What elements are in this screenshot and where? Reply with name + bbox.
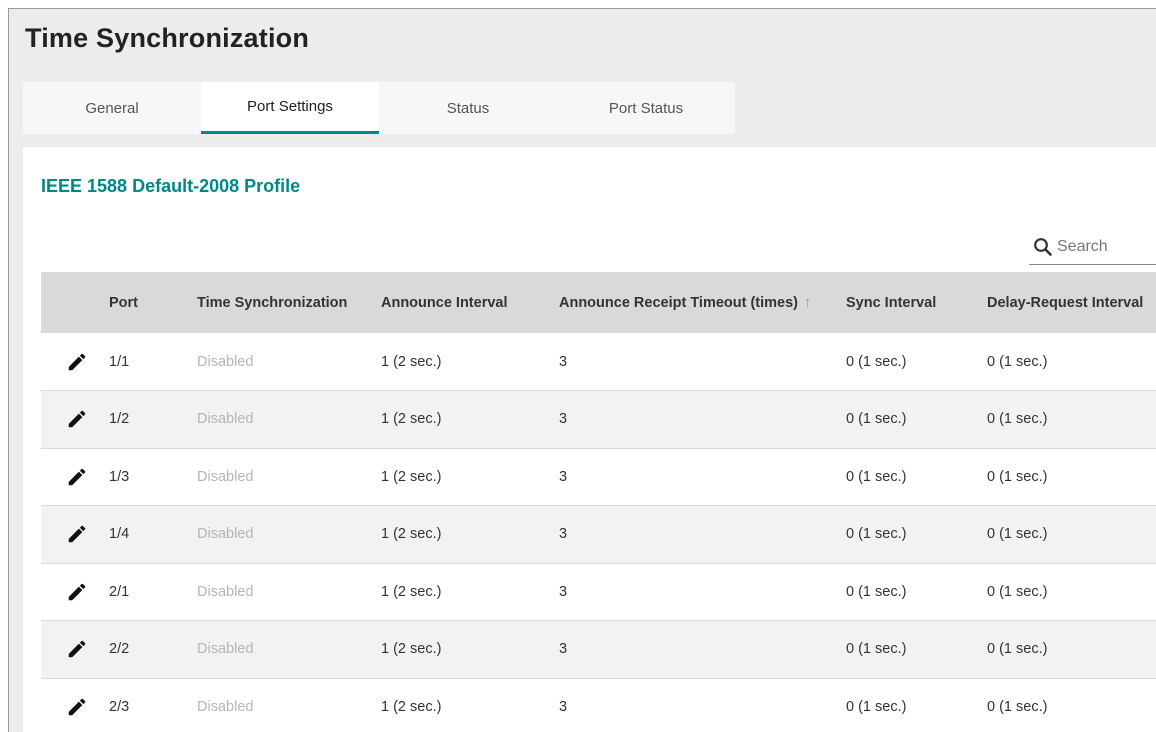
cell-port: 1/2 bbox=[109, 411, 130, 428]
cell-announce-receipt-timeout: 3 bbox=[559, 353, 568, 370]
cell-announce-interval: 1 (2 sec.) bbox=[381, 698, 442, 715]
cell-port: 2/1 bbox=[109, 583, 130, 600]
header-time-sync[interactable]: Time Synchronization bbox=[197, 272, 381, 333]
cell-sync-interval: 0 (1 sec.) bbox=[846, 411, 907, 428]
cell-announce-interval: 1 (2 sec.) bbox=[381, 353, 442, 370]
app-frame: Time Synchronization General Port Settin… bbox=[8, 8, 1156, 732]
cell-delay-request-interval: 0 (1 sec.) bbox=[987, 468, 1048, 485]
cell-time-sync: Disabled bbox=[197, 583, 254, 600]
cell-delay-request-interval: 0 (1 sec.) bbox=[987, 353, 1048, 370]
pencil-edit-icon[interactable] bbox=[66, 696, 88, 718]
tab-bar: General Port Settings Status Port Status bbox=[23, 82, 1156, 134]
cell-time-sync: Disabled bbox=[197, 411, 254, 428]
pencil-edit-icon[interactable] bbox=[66, 351, 88, 373]
cell-delay-request-interval: 0 (1 sec.) bbox=[987, 698, 1048, 715]
table-row: 1/4 Disabled 1 (2 sec.) 3 0 (1 sec.) 0 (… bbox=[41, 505, 1156, 563]
header-delay-request-interval[interactable]: Delay-Request Interval bbox=[987, 272, 1156, 333]
search-box bbox=[1029, 229, 1156, 265]
tab-status[interactable]: Status bbox=[379, 82, 557, 134]
header-edit bbox=[41, 272, 109, 333]
search-input[interactable] bbox=[1057, 237, 1147, 256]
cell-sync-interval: 0 (1 sec.) bbox=[846, 353, 907, 370]
header-announce-interval[interactable]: Announce Interval bbox=[381, 272, 559, 333]
cell-time-sync: Disabled bbox=[197, 698, 254, 715]
port-settings-table: Port Time Synchronization Announce Inter… bbox=[41, 272, 1156, 732]
cell-announce-receipt-timeout: 3 bbox=[559, 698, 568, 715]
table-row: 1/1 Disabled 1 (2 sec.) 3 0 (1 sec.) 0 (… bbox=[41, 333, 1156, 391]
cell-delay-request-interval: 0 (1 sec.) bbox=[987, 411, 1048, 428]
cell-announce-receipt-timeout: 3 bbox=[559, 641, 568, 658]
cell-time-sync: Disabled bbox=[197, 526, 254, 543]
header-sync-interval[interactable]: Sync Interval bbox=[846, 272, 987, 333]
table-row: 2/2 Disabled 1 (2 sec.) 3 0 (1 sec.) 0 (… bbox=[41, 620, 1156, 678]
cell-port: 2/2 bbox=[109, 641, 130, 658]
cell-announce-interval: 1 (2 sec.) bbox=[381, 468, 442, 485]
sort-arrow-up-icon[interactable]: ↑ bbox=[804, 295, 811, 311]
cell-port: 1/3 bbox=[109, 468, 130, 485]
pencil-edit-icon[interactable] bbox=[66, 581, 88, 603]
table-row: 2/1 Disabled 1 (2 sec.) 3 0 (1 sec.) 0 (… bbox=[41, 563, 1156, 621]
pencil-edit-icon[interactable] bbox=[66, 466, 88, 488]
table-row: 1/3 Disabled 1 (2 sec.) 3 0 (1 sec.) 0 (… bbox=[41, 448, 1156, 506]
content-card: IEEE 1588 Default-2008 Profile Port Time… bbox=[23, 147, 1156, 732]
cell-sync-interval: 0 (1 sec.) bbox=[846, 698, 907, 715]
cell-delay-request-interval: 0 (1 sec.) bbox=[987, 526, 1048, 543]
pencil-edit-icon[interactable] bbox=[66, 638, 88, 660]
cell-announce-receipt-timeout: 3 bbox=[559, 468, 568, 485]
cell-announce-interval: 1 (2 sec.) bbox=[381, 526, 442, 543]
table-row: 2/3 Disabled 1 (2 sec.) 3 0 (1 sec.) 0 (… bbox=[41, 678, 1156, 732]
header-announce-receipt-timeout[interactable]: Announce Receipt Timeout (times) ↑ bbox=[559, 272, 846, 333]
cell-sync-interval: 0 (1 sec.) bbox=[846, 468, 907, 485]
cell-announce-receipt-timeout: 3 bbox=[559, 526, 568, 543]
header-port[interactable]: Port bbox=[109, 272, 197, 333]
tab-port-status[interactable]: Port Status bbox=[557, 82, 735, 134]
section-title: IEEE 1588 Default-2008 Profile bbox=[41, 176, 301, 196]
cell-port: 2/3 bbox=[109, 698, 130, 715]
cell-announce-interval: 1 (2 sec.) bbox=[381, 583, 442, 600]
cell-announce-interval: 1 (2 sec.) bbox=[381, 641, 442, 658]
cell-announce-receipt-timeout: 3 bbox=[559, 583, 568, 600]
cell-time-sync: Disabled bbox=[197, 641, 254, 658]
tab-port-settings[interactable]: Port Settings bbox=[201, 82, 379, 134]
cell-port: 1/4 bbox=[109, 526, 130, 543]
cell-delay-request-interval: 0 (1 sec.) bbox=[987, 641, 1048, 658]
cell-sync-interval: 0 (1 sec.) bbox=[846, 641, 907, 658]
cell-announce-interval: 1 (2 sec.) bbox=[381, 411, 442, 428]
pencil-edit-icon[interactable] bbox=[66, 523, 88, 545]
pencil-edit-icon[interactable] bbox=[66, 408, 88, 430]
cell-time-sync: Disabled bbox=[197, 353, 254, 370]
page-title: Time Synchronization bbox=[25, 23, 310, 53]
cell-sync-interval: 0 (1 sec.) bbox=[846, 583, 907, 600]
cell-time-sync: Disabled bbox=[197, 468, 254, 485]
cell-port: 1/1 bbox=[109, 353, 130, 370]
table-header-row: Port Time Synchronization Announce Inter… bbox=[41, 272, 1156, 333]
cell-delay-request-interval: 0 (1 sec.) bbox=[987, 583, 1048, 600]
search-icon[interactable] bbox=[1033, 237, 1053, 257]
table-row: 1/2 Disabled 1 (2 sec.) 3 0 (1 sec.) 0 (… bbox=[41, 390, 1156, 448]
header-announce-receipt-timeout-label: Announce Receipt Timeout (times) bbox=[559, 294, 799, 311]
tab-general[interactable]: General bbox=[23, 82, 201, 134]
cell-sync-interval: 0 (1 sec.) bbox=[846, 526, 907, 543]
cell-announce-receipt-timeout: 3 bbox=[559, 411, 568, 428]
